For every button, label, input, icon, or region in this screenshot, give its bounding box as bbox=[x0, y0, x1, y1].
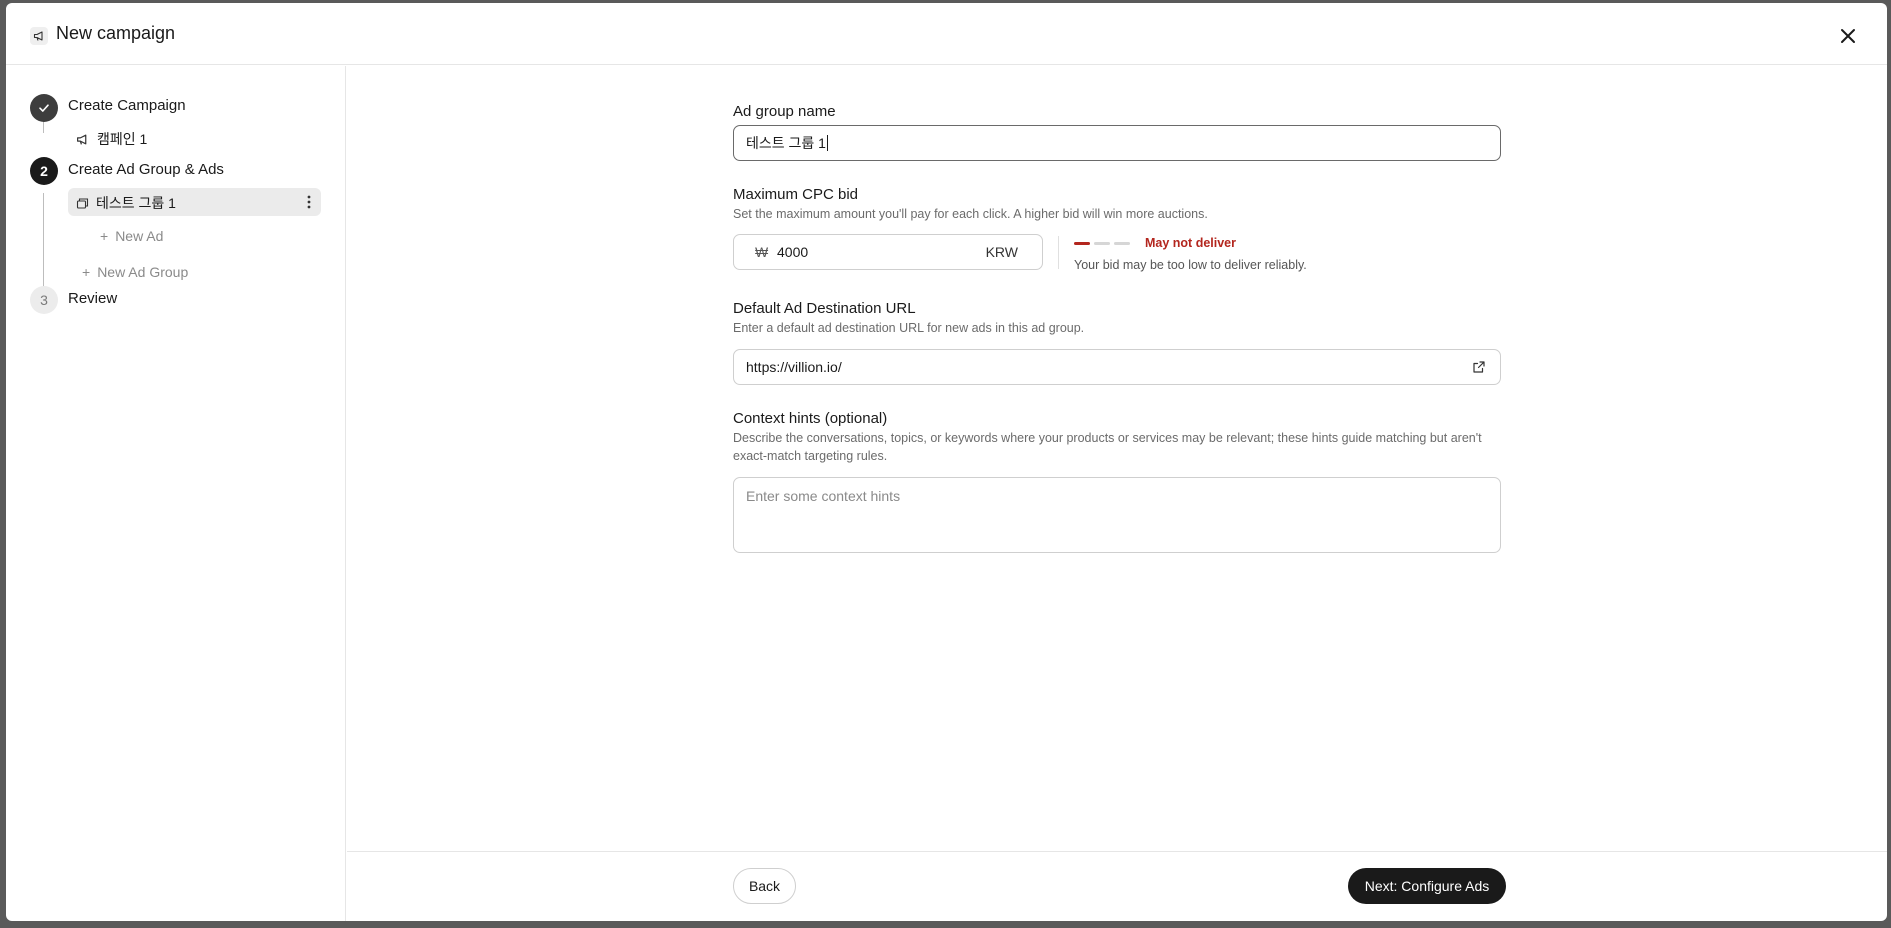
step-sidebar: Create Campaign 캠페인 1 2 Create Ad Group … bbox=[6, 66, 346, 921]
destination-url-label: Default Ad Destination URL bbox=[733, 300, 916, 317]
dialog-footer: Back Next: Configure Ads bbox=[347, 851, 1887, 921]
currency-code: KRW bbox=[985, 244, 1018, 260]
dialog-header: New campaign bbox=[6, 3, 1887, 65]
cpc-bid-value: 4000 bbox=[777, 244, 809, 260]
plus-icon: + bbox=[100, 228, 109, 244]
context-hints-help: Describe the conversations, topics, or k… bbox=[733, 431, 1482, 463]
step-3-indicator: 3 bbox=[30, 286, 58, 314]
step-connector bbox=[43, 193, 44, 298]
bid-status: May not deliver bbox=[1145, 236, 1236, 250]
ad-group-icon bbox=[76, 197, 89, 210]
step-1-check-icon bbox=[30, 94, 58, 122]
new-ad-group-button[interactable]: + New Ad Group bbox=[82, 264, 188, 280]
bid-strength-bar-2 bbox=[1094, 242, 1110, 245]
destination-url-help: Enter a default ad destination URL for n… bbox=[733, 321, 1085, 335]
new-campaign-dialog: New campaign Create Campaign 캠페인 1 2 Cre… bbox=[6, 3, 1887, 921]
new-ad-button[interactable]: + New Ad bbox=[100, 228, 163, 244]
bid-strength-bar-3 bbox=[1114, 242, 1130, 245]
sidebar-item-ad-group-content[interactable]: 테스트 그룹 1 bbox=[76, 193, 176, 213]
cpc-bid-input[interactable]: ₩ 4000 KRW bbox=[733, 234, 1043, 270]
destination-url-input[interactable]: https://villion.io/ bbox=[733, 349, 1501, 385]
context-hints-textarea[interactable]: Enter some context hints bbox=[733, 477, 1501, 553]
plus-icon: + bbox=[82, 264, 91, 280]
close-icon[interactable] bbox=[1835, 23, 1861, 49]
currency-symbol: ₩ bbox=[755, 244, 769, 260]
step-2-label[interactable]: Create Ad Group & Ads bbox=[68, 161, 224, 178]
bid-divider bbox=[1058, 236, 1059, 269]
dialog-title: New campaign bbox=[56, 23, 176, 43]
sidebar-item-label: 캠페인 1 bbox=[97, 131, 148, 147]
step-2-number: 2 bbox=[40, 163, 48, 179]
next-configure-ads-button[interactable]: Next: Configure Ads bbox=[1348, 868, 1506, 904]
text-caret bbox=[826, 135, 828, 151]
new-ad-label: New Ad bbox=[115, 228, 164, 244]
context-hints-label: Context hints (optional) bbox=[733, 410, 888, 427]
step-3-label[interactable]: Review bbox=[68, 290, 117, 307]
back-button[interactable]: Back bbox=[733, 868, 796, 904]
bid-status-help: Your bid may be too low to deliver relia… bbox=[1074, 258, 1307, 272]
ad-group-name-input[interactable]: 테스트 그룹 1 bbox=[733, 125, 1501, 161]
cpc-bid-help: Set the maximum amount you'll pay for ea… bbox=[733, 207, 1208, 221]
step-1-label[interactable]: Create Campaign bbox=[68, 97, 186, 114]
ad-group-name-value: 테스트 그룹 1 bbox=[746, 135, 826, 151]
context-hints-placeholder: Enter some context hints bbox=[746, 488, 901, 504]
external-link-icon[interactable] bbox=[1472, 360, 1486, 374]
destination-url-value: https://villion.io/ bbox=[746, 359, 842, 375]
megaphone-icon bbox=[76, 133, 89, 146]
step-3-number: 3 bbox=[40, 292, 48, 308]
new-ad-group-label: New Ad Group bbox=[97, 264, 189, 280]
ad-group-name-label: Ad group name bbox=[733, 103, 836, 120]
more-options-icon[interactable] bbox=[306, 194, 312, 210]
sidebar-item-campaign[interactable]: 캠페인 1 bbox=[76, 129, 147, 149]
main-content: Ad group name 테스트 그룹 1 Maximum CPC bid S… bbox=[347, 66, 1887, 921]
step-2-indicator: 2 bbox=[30, 157, 58, 185]
cpc-bid-label: Maximum CPC bid bbox=[733, 186, 859, 203]
sidebar-item-label: 테스트 그룹 1 bbox=[96, 195, 176, 211]
megaphone-icon bbox=[30, 27, 48, 45]
bid-strength-bar-1 bbox=[1074, 242, 1090, 245]
